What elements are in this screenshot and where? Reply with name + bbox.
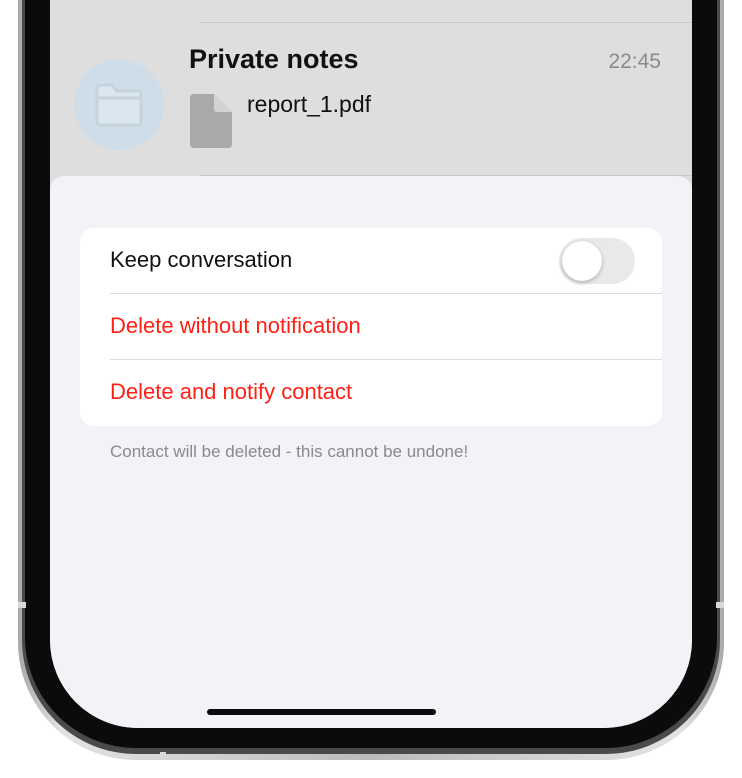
antenna-line-right: [716, 602, 724, 608]
keep-conversation-label: Keep conversation: [110, 247, 293, 272]
chat-avatar: [74, 60, 164, 150]
warning-footer-text: Contact will be deleted - this cannot be…: [110, 442, 469, 461]
delete-and-notify-label: Delete and notify contact: [110, 379, 353, 404]
keep-conversation-row: Keep conversation: [80, 228, 662, 294]
delete-contact-sheet: Keep conversation Delete without notific…: [50, 176, 692, 728]
antenna-line-bottom: [160, 752, 166, 760]
phone-screen: Private notes 22:45 report_1.pdf Keep co…: [50, 0, 692, 728]
toggle-knob: [562, 241, 602, 281]
antenna-line-left: [18, 602, 26, 608]
keep-conversation-toggle[interactable]: [559, 238, 635, 284]
delete-without-notification-button[interactable]: Delete without notification: [80, 294, 662, 360]
delete-and-notify-button[interactable]: Delete and notify contact: [80, 360, 662, 426]
delete-without-notification-label: Delete without notification: [110, 313, 361, 338]
folder-icon: [95, 83, 143, 127]
attachment-filename: report_1.pdf: [247, 91, 372, 117]
home-indicator[interactable]: [207, 709, 436, 715]
options-card: Keep conversation Delete without notific…: [80, 228, 662, 426]
chat-timestamp: 22:45: [608, 50, 661, 73]
device-screenshot: Private notes 22:45 report_1.pdf Keep co…: [0, 0, 742, 778]
row-separator: [200, 22, 692, 23]
document-icon: [190, 94, 232, 148]
chat-title: Private notes: [189, 44, 359, 74]
